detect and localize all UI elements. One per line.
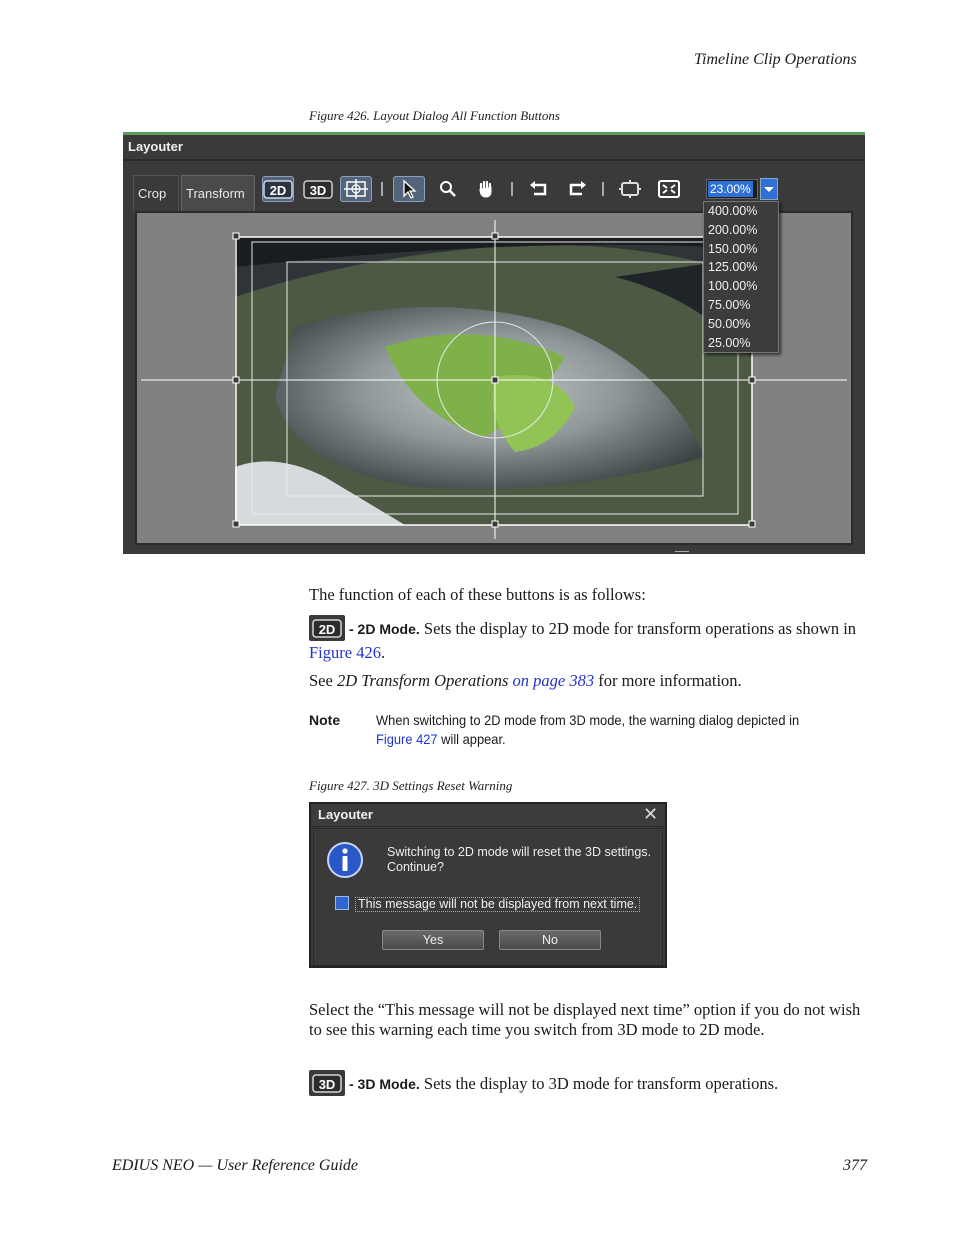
zoom-option[interactable]: 50.00% bbox=[704, 315, 778, 334]
info-icon bbox=[325, 840, 365, 885]
yes-button[interactable]: Yes bbox=[382, 930, 484, 950]
dialog-title-separator bbox=[311, 826, 665, 827]
mode-3d-text: Sets the display to 3D mode for transfor… bbox=[419, 1073, 779, 1093]
no-button[interactable]: No bbox=[499, 930, 601, 950]
mode-2d-text: Sets the display to 2D mode for transfor… bbox=[419, 618, 857, 638]
3d-mode-icon: 3D bbox=[309, 1070, 345, 1096]
resize-grip[interactable] bbox=[675, 551, 689, 554]
mode-3d-label: - 3D Mode. bbox=[349, 1075, 420, 1092]
note-text-line1: When switching to 2D mode from 3D mode, … bbox=[376, 712, 800, 728]
mode-2d-period: . bbox=[380, 643, 386, 662]
2d-mode-icon: 2D bbox=[309, 615, 345, 641]
warning-dialog: Layouter ✕ Switching to 2D mode will res… bbox=[309, 802, 667, 968]
zoom-option[interactable]: 400.00% bbox=[704, 202, 778, 221]
note-text-line2: will appear. bbox=[437, 731, 506, 747]
intro-paragraph: The function of each of these buttons is… bbox=[309, 585, 646, 604]
figure-426-caption: Figure 426. Layout Dialog All Function B… bbox=[309, 108, 560, 123]
svg-text:2D: 2D bbox=[319, 622, 336, 637]
zoom-option[interactable]: 150.00% bbox=[704, 240, 778, 259]
page-number: 377 bbox=[843, 1157, 867, 1174]
dialog-title: Layouter bbox=[318, 807, 373, 822]
figure-427-caption: Figure 427. 3D Settings Reset Warning bbox=[309, 778, 513, 793]
select-option-paragraph: Select the “This message will not be dis… bbox=[309, 1000, 861, 1039]
dont-show-again-label[interactable]: This message will not be displayed from … bbox=[355, 897, 641, 912]
see-title: 2D Transform Operations bbox=[336, 671, 509, 690]
see-also-paragraph: See 2D Transform Operations on page 383 … bbox=[309, 671, 742, 691]
zoom-option[interactable]: 200.00% bbox=[704, 221, 778, 240]
footer-guide-title: EDIUS NEO — User Reference Guide bbox=[112, 1157, 359, 1174]
page-383-link[interactable]: on page 383 bbox=[513, 671, 595, 690]
svg-text:3D: 3D bbox=[319, 1077, 336, 1092]
dont-show-again-checkbox[interactable] bbox=[335, 896, 349, 910]
zoom-option[interactable]: 75.00% bbox=[704, 296, 778, 315]
dialog-message: Switching to 2D mode will reset the 3D s… bbox=[387, 845, 657, 875]
dialog-message-line1: Switching to 2D mode will reset the 3D s… bbox=[387, 845, 652, 859]
dialog-message-line2: Continue? bbox=[387, 860, 444, 874]
zoom-option[interactable]: 100.00% bbox=[704, 277, 778, 296]
close-icon[interactable]: ✕ bbox=[643, 804, 658, 824]
mode-2d-label: - 2D Mode. bbox=[349, 620, 420, 637]
zoom-option[interactable]: 25.00% bbox=[704, 334, 778, 353]
figure-427-link[interactable]: Figure 427 bbox=[376, 731, 438, 747]
figure-426-link[interactable]: Figure 426 bbox=[309, 643, 381, 662]
see-prefix: See bbox=[309, 671, 337, 690]
mode-3d-paragraph: 3D - 3D Mode. Sets the display to 3D mod… bbox=[309, 1070, 869, 1098]
note-text: When switching to 2D mode from 3D mode, … bbox=[376, 711, 836, 749]
note-label: Note bbox=[309, 712, 341, 728]
zoom-dropdown-list: 400.00% 200.00% 150.00% 125.00% 100.00% … bbox=[703, 201, 779, 353]
mode-2d-paragraph: 2D - 2D Mode. Sets the display to 2D mod… bbox=[309, 615, 869, 663]
see-suffix: for more information. bbox=[594, 671, 742, 690]
running-header: Timeline Clip Operations bbox=[694, 51, 857, 68]
layouter-window: Layouter Crop Transform 2D 3D 23.00% 400… bbox=[123, 132, 865, 554]
zoom-option[interactable]: 125.00% bbox=[704, 258, 778, 277]
